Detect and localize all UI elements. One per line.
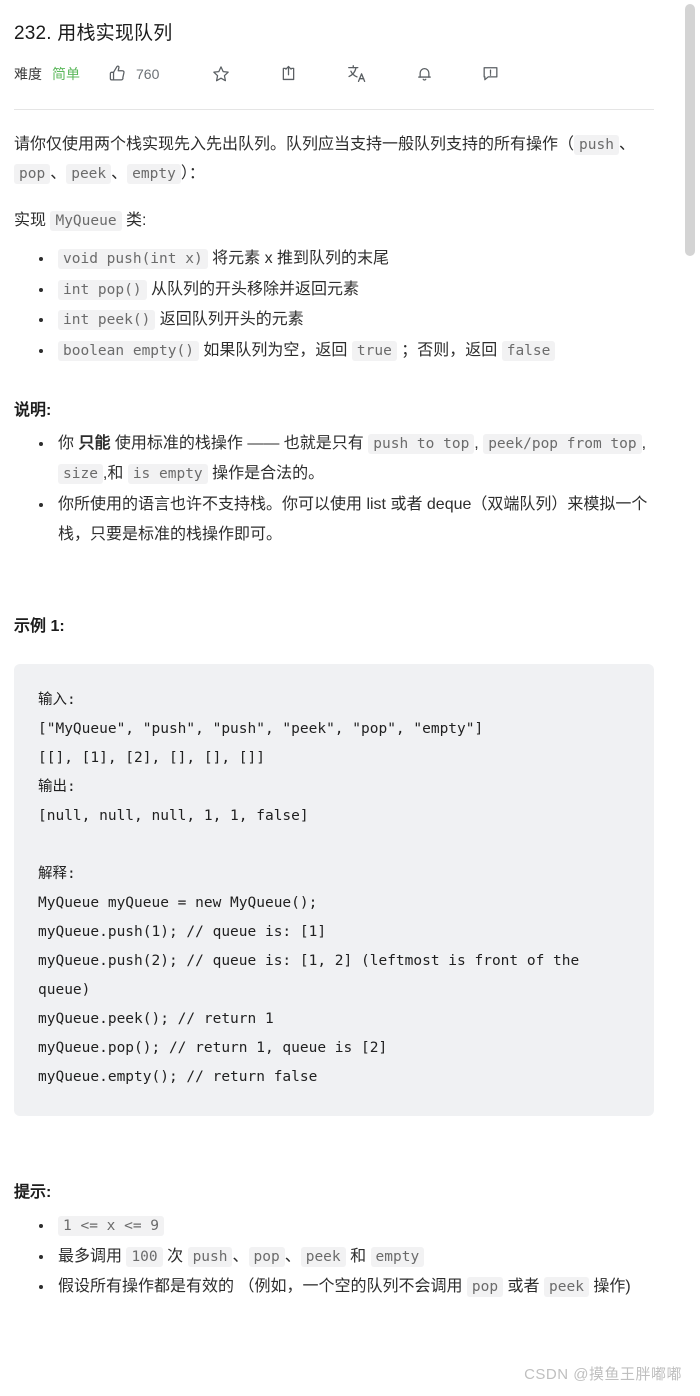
inline-code-hint3-peek: peek [544, 1277, 589, 1298]
list-item: void push(int x) 将元素 x 推到队列的末尾 [54, 244, 658, 274]
inline-code-constraint-x: 1 <= x <= 9 [58, 1216, 165, 1237]
difficulty-label: 难度 [14, 65, 42, 82]
example-code-block: 输入: ["MyQueue", "push", "push", "peek", … [14, 664, 654, 1117]
note-text-b: 使用标准的栈操作 —— 也就是只有 [110, 434, 369, 452]
inline-code-myqueue: MyQueue [50, 210, 122, 231]
method-desc: 返回队列开头的元素 [159, 311, 304, 329]
description-paragraph-1: 请你仅使用两个栈实现先入先出队列。队列应当支持一般队列支持的所有操作（ push、… [14, 130, 658, 189]
example-heading: 示例 1: [14, 618, 65, 636]
inline-code-hint-push: push [187, 1246, 233, 1267]
problem-page: 232. 用栈实现队列 难度 简单 760 请你仅使用两个栈实现先入先出队列。队… [0, 0, 700, 1396]
method-desc: 从队列的开头移除并返回元素 [151, 280, 360, 298]
hint3-text-a: 假设所有操作都是有效的 （例如，一个空的队列不会调用 [58, 1278, 467, 1296]
translate-button[interactable] [346, 63, 367, 84]
inline-code-method-pop: int pop() [58, 279, 147, 300]
star-icon [211, 64, 231, 84]
inline-code-peek-pop-from-top: peek/pop from top [483, 433, 642, 454]
note-text-a: 你 [58, 434, 79, 452]
scrollbar[interactable] [685, 0, 698, 1396]
note-text-d: ,和 [102, 465, 128, 483]
description-paragraph-2: 实现 MyQueue 类: [14, 206, 658, 236]
hint-text-a: 最多调用 [58, 1247, 127, 1265]
scrollbar-thumb[interactable] [685, 4, 695, 256]
inline-code-method-empty: boolean empty() [58, 340, 199, 361]
inline-code-push-to-top: push to top [368, 433, 475, 454]
desc-sep-3: 、 [111, 165, 128, 183]
method-list: void push(int x) 将元素 x 推到队列的末尾 int pop()… [14, 244, 658, 366]
inline-code-100: 100 [126, 1246, 163, 1267]
inline-code-size: size [58, 464, 103, 485]
list-item: int peek() 返回队列开头的元素 [54, 305, 658, 335]
share-icon [279, 64, 298, 83]
hint-text-b: 次 [162, 1247, 188, 1265]
inline-code-is-empty: is empty [127, 464, 208, 485]
impl-text-2: 类: [126, 211, 147, 229]
inline-code-empty: empty [127, 164, 181, 185]
list-item: 假设所有操作都是有效的 （例如，一个空的队列不会调用 pop 或者 peek 操… [54, 1272, 658, 1302]
list-item: int pop() 从队列的开头移除并返回元素 [54, 275, 658, 305]
watermark: CSDN @摸鱼王胖嘟嘟 [524, 1366, 682, 1383]
hints-list: 1 <= x <= 9 最多调用 100 次 push、pop、peek 和 e… [14, 1211, 658, 1302]
impl-text-1: 实现 [14, 211, 47, 229]
desc-text-1: 请你仅使用两个栈实现先入先出队列。队列应当支持一般队列支持的所有操作（ [14, 135, 575, 153]
desc-sep-1: 、 [618, 135, 635, 153]
feedback-button[interactable] [481, 64, 500, 83]
hint-sep-2: 、 [284, 1247, 301, 1265]
inline-code-push: push [574, 134, 619, 155]
feedback-icon [481, 64, 500, 83]
translate-icon [346, 63, 367, 84]
method-desc: 如果队列为空，返回 [203, 341, 348, 359]
difficulty-badge: 简单 [52, 65, 80, 82]
notes-list: 你 只能 使用标准的栈操作 —— 也就是只有 push to top, peek… [14, 429, 658, 551]
hint-text-and: 和 [345, 1247, 371, 1265]
list-item: 你 只能 使用标准的栈操作 —— 也就是只有 push to top, peek… [54, 429, 658, 490]
list-item: 1 <= x <= 9 [54, 1211, 658, 1241]
problem-meta-row: 难度 简单 760 [14, 61, 658, 87]
inline-code-hint3-pop: pop [466, 1277, 504, 1298]
hint-sep-1: 、 [232, 1247, 249, 1265]
note-sep-2: , [641, 434, 647, 452]
like-count: 760 [136, 65, 160, 82]
method-desc: 将元素 x 推到队列的末尾 [212, 250, 390, 268]
inline-code-peek: peek [66, 164, 112, 185]
list-item: 你所使用的语言也许不支持栈。你可以使用 list 或者 deque（双端队列）来… [54, 490, 658, 551]
inline-code-hint-empty: empty [370, 1246, 425, 1267]
inline-code-method-push: void push(int x) [58, 249, 208, 270]
page-title: 232. 用栈实现队列 [14, 23, 173, 44]
note-sep-1: , [474, 434, 479, 452]
share-button[interactable] [279, 64, 298, 83]
note-text-e: 操作是合法的。 [207, 465, 325, 483]
desc-sep-2: 、 [50, 165, 67, 183]
notification-button[interactable] [415, 64, 434, 83]
list-item: 最多调用 100 次 push、pop、peek 和 empty [54, 1242, 658, 1272]
inline-code-true: true [351, 340, 397, 361]
method-desc-2: ；否则，返回 [401, 341, 498, 359]
list-item: boolean empty() 如果队列为空，返回 true ；否则，返回 fa… [54, 336, 658, 366]
inline-code-pop: pop [14, 164, 51, 185]
like-button[interactable]: 760 [108, 64, 159, 83]
inline-code-false: false [501, 340, 556, 361]
thumbs-up-icon [108, 64, 127, 83]
hint3-text-c: 操作) [588, 1278, 631, 1296]
desc-text-2: ）： [180, 165, 205, 183]
hints-heading: 提示: [14, 1184, 52, 1202]
inline-code-hint-pop: pop [248, 1246, 285, 1267]
hint3-text-b: 或者 [503, 1278, 545, 1296]
note-emphasis: 只能 [78, 434, 111, 452]
header-divider [14, 108, 654, 110]
favorite-button[interactable] [211, 64, 231, 84]
inline-code-hint-peek: peek [300, 1246, 346, 1267]
bell-icon [415, 64, 434, 83]
inline-code-method-peek: int peek() [58, 310, 156, 331]
notes-heading: 说明: [14, 401, 52, 419]
